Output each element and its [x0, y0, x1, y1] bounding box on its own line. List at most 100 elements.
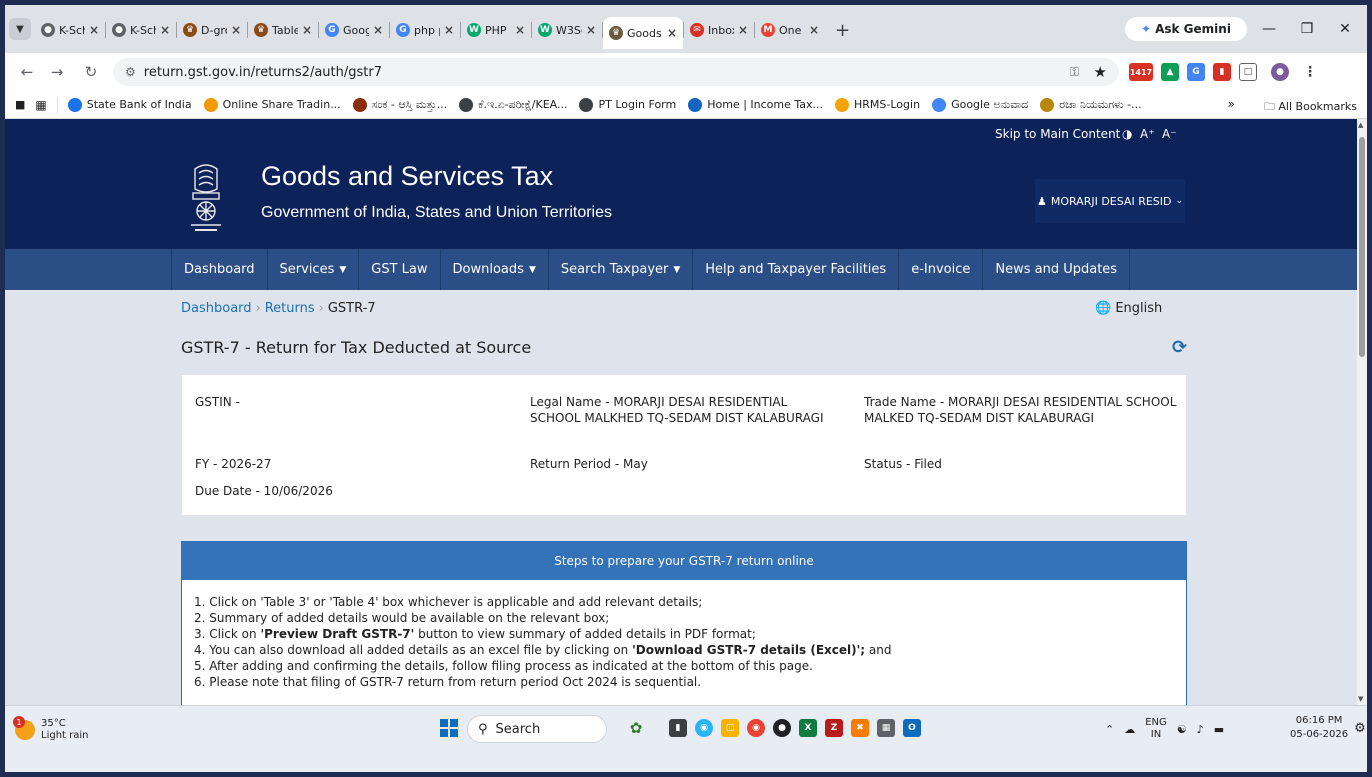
bookmark-item[interactable]: ಕೆ.ಇ.ಏ-ಪರೀಕ್ಷೆ/KEA... — [459, 97, 567, 112]
close-tab-icon[interactable]: × — [302, 23, 312, 37]
bookmark-item[interactable]: Online Share Tradin... — [203, 97, 341, 112]
notifications-icon[interactable]: ⚙ — [1351, 719, 1367, 737]
bookmark-item[interactable]: PT Login Form — [579, 97, 676, 112]
file-explorer-icon[interactable]: ▢ — [721, 719, 739, 737]
font-increase-button[interactable]: A⁺ — [1140, 127, 1155, 141]
input-language[interactable]: ENG IN — [1145, 717, 1167, 741]
browser-tab[interactable]: ♛ D-gro × — [177, 17, 247, 43]
volume-icon[interactable]: ♪ — [1197, 723, 1204, 736]
translate-extension-icon[interactable]: G — [1187, 63, 1205, 81]
bookmark-item[interactable]: ರಜಾ ನಿಯಮಗಳು -... — [1040, 97, 1142, 112]
browser-menu-icon[interactable]: ⋮ — [1301, 63, 1319, 81]
refresh-icon[interactable]: ⟳ — [1172, 337, 1187, 358]
nav-item[interactable]: Help and Taxpayer Facilities — [693, 249, 900, 290]
font-decrease-button[interactable]: A⁻ — [1162, 127, 1177, 141]
close-tab-icon[interactable]: × — [160, 23, 170, 37]
extensions-puzzle-icon[interactable]: □ — [1239, 63, 1257, 81]
forward-button[interactable]: → — [47, 62, 67, 82]
browser-tab[interactable]: W W3Sch × — [532, 17, 602, 43]
battery-icon[interactable]: ▬ — [1214, 723, 1224, 736]
widgets-icon[interactable]: ◉ — [695, 719, 713, 737]
chrome-icon[interactable]: ◉ — [747, 719, 765, 737]
excel-icon[interactable]: X — [799, 719, 817, 737]
ask-gemini-button[interactable]: ✦ Ask Gemini — [1125, 17, 1247, 41]
page-scrollbar[interactable]: ▲ ▼ — [1357, 119, 1367, 705]
all-bookmarks-button[interactable]: 🗀 All Bookmarks — [1264, 98, 1357, 117]
nav-item[interactable]: Dashboard — [171, 249, 268, 290]
bookmark-item[interactable]: ಸಂಕ - ಆಸ್ತಿ ಮತ್ತು... — [352, 97, 447, 112]
browser-tab[interactable]: Gphp p × — [390, 17, 460, 43]
weather-widget[interactable]: 1 35°C Light rain — [13, 716, 89, 742]
browser-tab[interactable]: ✉ Inbox × — [684, 17, 754, 43]
skip-to-main-link[interactable]: Skip to Main Content — [995, 127, 1120, 141]
scrollbar-thumb[interactable] — [1359, 137, 1365, 357]
browser-tab[interactable]: ● K-Sch × — [35, 17, 105, 43]
close-tab-icon[interactable]: × — [738, 23, 748, 37]
user-menu-button[interactable]: ♟ MORARJI DESAI RESID ⌄ — [1035, 179, 1185, 223]
new-tab-button[interactable]: + — [825, 20, 860, 41]
side-panel-icon[interactable]: ■ — [15, 98, 25, 111]
tray-overflow-icon[interactable]: ⌃ — [1105, 723, 1114, 736]
nav-item[interactable]: e-Invoice — [899, 249, 984, 290]
scroll-up-icon[interactable]: ▲ — [1358, 121, 1363, 129]
url-field[interactable]: ⚙ return.gst.gov.in/returns2/auth/gstr7 … — [113, 58, 1119, 86]
restore-button[interactable]: ❐ — [1289, 17, 1325, 41]
nav-item[interactable]: Downloads ▼ — [441, 249, 549, 290]
task-view-icon[interactable]: ▮ — [669, 719, 687, 737]
weather-text: Light rain — [41, 730, 89, 741]
nav-item[interactable]: News and Updates — [983, 249, 1131, 290]
filezilla-icon[interactable]: Z — [825, 719, 843, 737]
xampp-icon[interactable]: ✖ — [851, 719, 869, 737]
close-tab-icon[interactable]: × — [809, 23, 819, 37]
onedrive-icon[interactable]: ☁ — [1124, 723, 1135, 736]
profile-avatar[interactable]: ● — [1271, 63, 1289, 81]
bookmark-item[interactable]: State Bank of India — [67, 97, 192, 112]
minimize-button[interactable]: — — [1251, 17, 1287, 41]
bookmark-item[interactable]: Home | Income Tax... — [688, 97, 823, 112]
back-button[interactable]: ← — [17, 62, 37, 82]
close-tab-icon[interactable]: × — [231, 23, 241, 37]
close-tab-icon[interactable]: × — [373, 23, 383, 37]
close-tab-icon[interactable]: × — [586, 23, 596, 37]
bookmark-item[interactable]: Google ಅನುವಾದ — [932, 97, 1028, 112]
browser-tab[interactable]: W PHP n × — [461, 17, 531, 43]
app-icon[interactable]: ● — [773, 719, 791, 737]
bookmarks-overflow-button[interactable]: » — [1228, 97, 1235, 111]
close-tab-icon[interactable]: × — [667, 26, 677, 40]
apps-grid-icon[interactable]: ▦ — [35, 98, 46, 112]
close-tab-icon[interactable]: × — [444, 23, 454, 37]
breadcrumb-link[interactable]: Dashboard — [181, 301, 252, 316]
calculator-icon[interactable]: ▦ — [877, 719, 895, 737]
tab-search-button[interactable]: ▼ — [9, 18, 31, 40]
windows-start-icon[interactable] — [440, 719, 458, 737]
taskbar-search[interactable]: ⚲ Search — [467, 715, 607, 743]
close-tab-icon[interactable]: × — [89, 23, 99, 37]
nav-item[interactable]: Services ▼ — [268, 249, 360, 290]
close-tab-icon[interactable]: × — [515, 23, 525, 37]
copilot-icon[interactable]: ✿ — [627, 719, 645, 737]
breadcrumb-link[interactable]: Returns — [265, 301, 315, 316]
bookmark-item[interactable]: HRMS-Login — [835, 97, 920, 112]
site-info-icon[interactable]: ⚙ — [125, 65, 136, 79]
browser-tab[interactable]: ● K-Sch × — [106, 17, 176, 43]
nav-item-label: e-Invoice — [911, 262, 971, 277]
nav-item[interactable]: Search Taxpayer ▼ — [549, 249, 694, 290]
reload-button[interactable]: ↻ — [81, 62, 101, 82]
close-window-button[interactable]: ✕ — [1327, 17, 1363, 41]
calendar-extension-icon[interactable]: 1417 — [1129, 63, 1153, 81]
outlook-icon[interactable]: O — [903, 719, 921, 737]
browser-tab[interactable]: ♛ Table × — [248, 17, 318, 43]
pdf-extension-icon[interactable]: ▮ — [1213, 63, 1231, 81]
browser-tab[interactable]: M One T × — [755, 17, 825, 43]
password-key-icon[interactable]: ⚿ — [1070, 65, 1079, 80]
contrast-icon[interactable]: ◑ — [1122, 127, 1132, 141]
nav-item[interactable]: GST Law — [359, 249, 441, 290]
scroll-down-icon[interactable]: ▼ — [1358, 695, 1363, 703]
taskbar-clock[interactable]: 06:16 PM 05-06-2026 — [1290, 714, 1348, 742]
wifi-icon[interactable]: ☯ — [1177, 723, 1187, 736]
drive-extension-icon[interactable]: ▲ — [1161, 63, 1179, 81]
language-selector[interactable]: 🌐 English — [1095, 301, 1162, 316]
bookmark-star-icon[interactable]: ★ — [1094, 63, 1107, 81]
browser-tab[interactable]: G Googl × — [319, 17, 389, 43]
browser-tab[interactable]: ♛ Goods × — [603, 17, 683, 49]
